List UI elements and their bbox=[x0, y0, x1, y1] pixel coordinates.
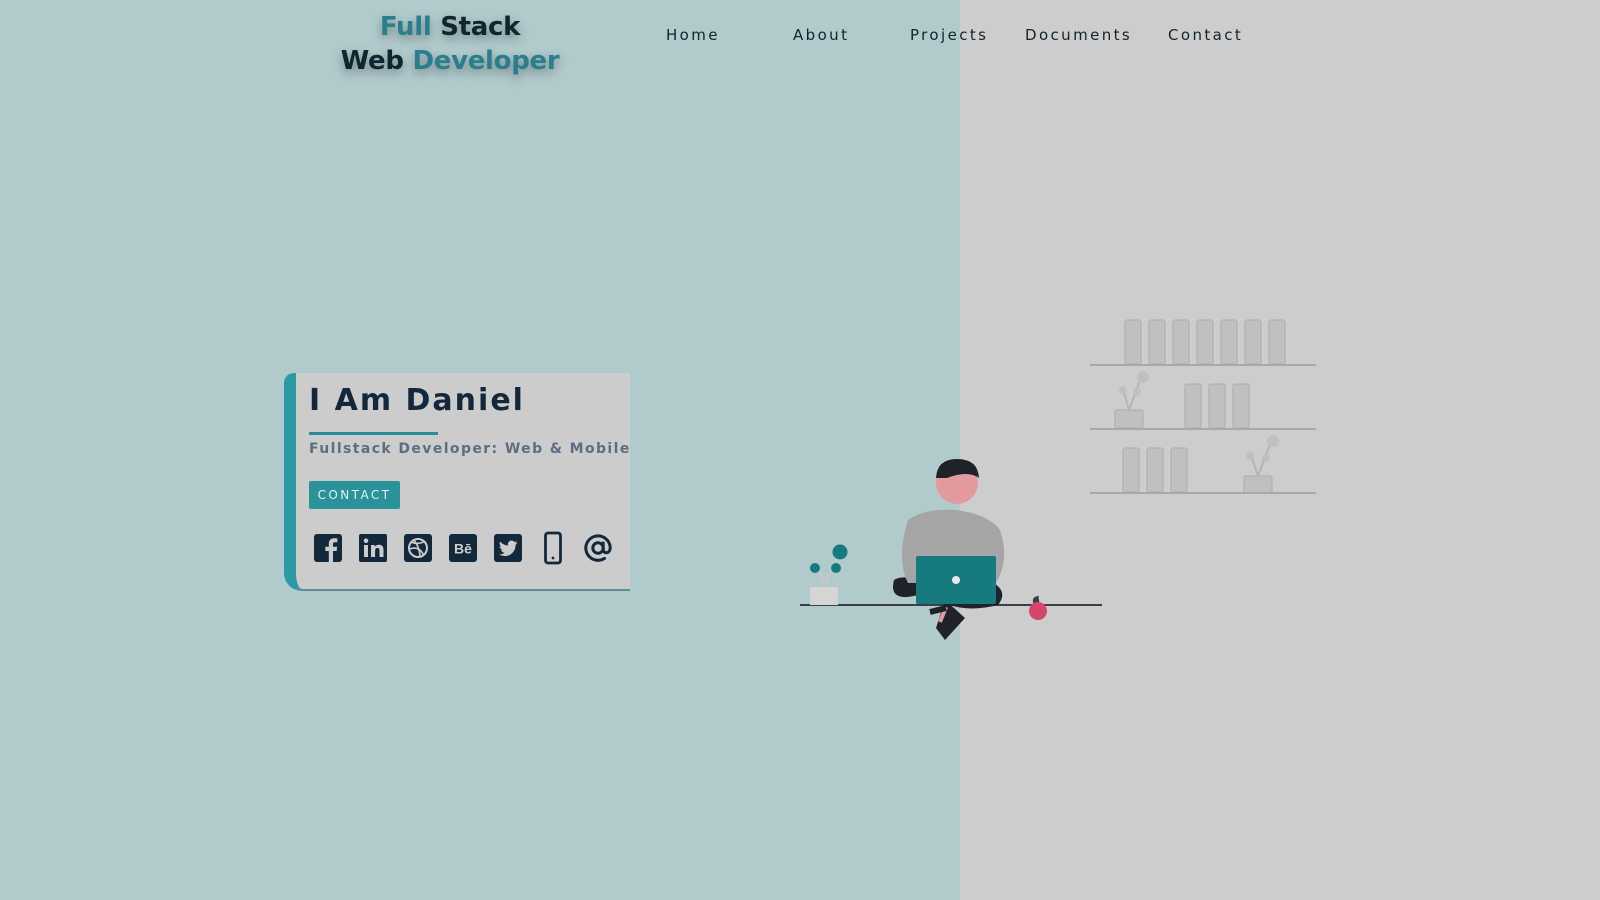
apple-illustration bbox=[1029, 595, 1047, 620]
shelf-bottom-items bbox=[1122, 435, 1279, 494]
person-illustration bbox=[893, 459, 1005, 640]
bookshelf-illustration bbox=[1090, 319, 1316, 494]
plant-illustration bbox=[810, 544, 848, 605]
shelf-middle-items bbox=[1114, 371, 1250, 429]
developer-illustration bbox=[800, 319, 1316, 640]
shelf-top-books bbox=[1124, 319, 1286, 365]
